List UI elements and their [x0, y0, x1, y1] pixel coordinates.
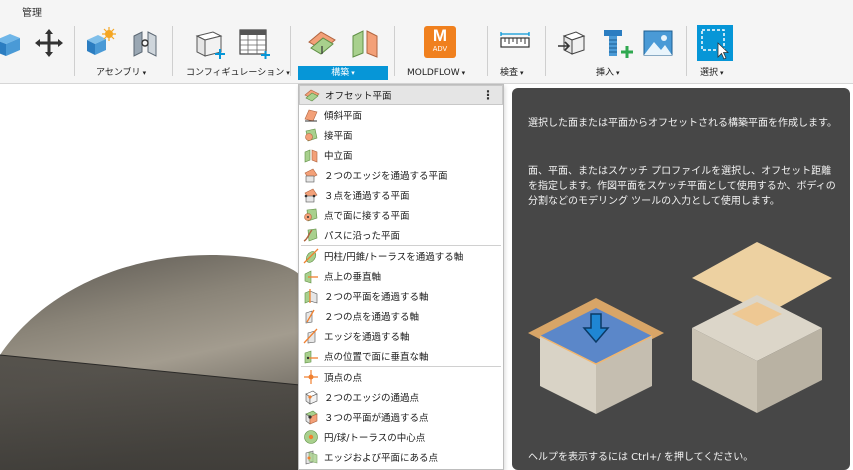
toolbar-separator [290, 26, 291, 76]
menu-item-midplane[interactable]: 中立面 [299, 145, 503, 165]
offset-plane-icon[interactable] [305, 26, 339, 60]
toolbar-separator [686, 26, 687, 76]
plane-along-path-icon [303, 228, 318, 242]
configuration-group-label[interactable]: コンフィギュレーション ▾ [186, 66, 290, 80]
menu-item-point-at-center[interactable]: 円/球/トーラスの中心点 [299, 427, 503, 447]
insert-group-label[interactable]: 挿入 ▾ [596, 66, 620, 80]
plane-through-three-points-icon [304, 188, 318, 203]
measure-icon[interactable] [498, 26, 532, 60]
ribbon-tab-strip: 管理 [0, 0, 853, 20]
menu-item-point-through-three-planes[interactable]: ３つの平面が通過する点 [299, 407, 503, 427]
axis-perpendicular-at-point-icon [304, 270, 318, 284]
tooltip-description: 面、平面、またはスケッチ プロファイルを選択し、オフセット距離を指定します。作図… [528, 166, 836, 207]
assembly-new-component-icon[interactable] [84, 26, 118, 60]
construct-dropdown-menu: オフセット平面 ⋮ 傾斜平面 接平面 中立面 ２つのエッジを通過する平面 ３点を… [298, 84, 504, 470]
axis-through-two-points-icon [305, 309, 315, 324]
configuration-table-icon[interactable] [237, 26, 271, 60]
plane-at-angle-icon [304, 109, 318, 122]
menu-item-axis-through-two-points[interactable]: ２つの点を通過する軸 [299, 306, 503, 326]
move-copy-icon[interactable] [32, 26, 66, 60]
assembly-group-label[interactable]: アセンブリ ▾ [96, 66, 146, 80]
menu-item-point-through-two-edges[interactable]: ２つのエッジの通過点 [299, 387, 503, 407]
midplane-icon[interactable] [349, 26, 383, 60]
select-group-label[interactable]: 選択 ▾ [700, 66, 724, 80]
more-options-icon[interactable]: ⋮ [482, 88, 494, 102]
menu-item-plane-through-two-edges[interactable]: ２つのエッジを通過する平面 [299, 165, 503, 185]
ribbon-toolbar: アセンブリ ▾ コンフィギュレーション ▾ 構築 ▾ M ADV MOLDFLOW ▾ [0, 20, 853, 84]
axis-through-edge-icon [303, 328, 318, 344]
toolbar-separator [172, 26, 173, 76]
tooltip-help-hint: ヘルプを表示するには Ctrl+/ を押してください。 [528, 452, 754, 463]
configure-model-icon[interactable] [193, 26, 227, 60]
point-at-center-icon [304, 430, 318, 444]
menu-item-plane-tangent-at-point[interactable]: 点で面に接する平面 [299, 205, 503, 225]
moldflow-adviser-icon[interactable]: M ADV [424, 26, 456, 58]
midplane-icon [304, 149, 318, 163]
tangent-plane-icon [305, 128, 318, 142]
moldflow-group-label[interactable]: MOLDFLOW ▾ [407, 66, 465, 80]
menu-item-point-at-vertex[interactable]: 頂点の点 [299, 367, 503, 387]
offset-plane-illustration [528, 242, 832, 414]
offset-plane-icon [304, 89, 320, 102]
axis-through-two-planes-icon [304, 289, 318, 304]
axis-perpendicular-to-face-icon [304, 350, 318, 364]
plane-through-two-edges-icon [304, 168, 318, 183]
joint-icon[interactable] [128, 26, 162, 60]
menu-item-point-at-edge-and-plane[interactable]: エッジおよび平面にある点 [299, 447, 503, 467]
point-at-vertex-icon [304, 370, 318, 384]
plane-tangent-at-point-icon [304, 208, 318, 222]
insert-canvas-icon[interactable] [641, 26, 675, 60]
insert-mcmaster-icon[interactable] [600, 26, 634, 60]
toolbar-separator [74, 26, 75, 76]
menu-item-axis-through-two-planes[interactable]: ２つの平面を通過する軸 [299, 286, 503, 306]
menu-item-plane-through-three-points[interactable]: ３点を通過する平面 [299, 185, 503, 205]
command-tooltip: 選択した面または平面からオフセットされる構築平面を作成します。 面、平面、または… [512, 88, 850, 470]
menu-item-offset-plane[interactable]: オフセット平面 ⋮ [299, 85, 503, 105]
tooltip-title: 選択した面または平面からオフセットされる構築平面を作成します。 [528, 118, 837, 129]
toolbar-separator [487, 26, 488, 76]
menu-item-tangent-plane[interactable]: 接平面 [299, 125, 503, 145]
menu-item-axis-perpendicular-to-face[interactable]: 点の位置で面に垂直な軸 [299, 346, 503, 366]
inspect-group-label[interactable]: 検査 ▾ [500, 66, 524, 80]
toolbar-separator [545, 26, 546, 76]
toolbar-separator [394, 26, 395, 76]
point-at-edge-and-plane-icon [305, 450, 318, 465]
insert-derive-icon[interactable] [556, 26, 590, 60]
tab-manage[interactable]: 管理 [22, 4, 42, 19]
menu-item-axis-perpendicular-at-point[interactable]: 点上の垂直軸 [299, 266, 503, 286]
menu-item-plane-at-angle[interactable]: 傾斜平面 [299, 105, 503, 125]
menu-item-plane-along-path[interactable]: パスに沿った平面 [299, 225, 503, 245]
axis-through-cylinder-icon [303, 248, 319, 264]
menu-item-axis-through-edge[interactable]: エッジを通過する軸 [299, 326, 503, 346]
select-icon[interactable] [696, 24, 734, 62]
point-through-two-edges-icon [305, 390, 318, 405]
new-component-icon[interactable] [0, 26, 28, 60]
construct-group-label[interactable]: 構築 ▾ [298, 66, 388, 80]
point-through-three-planes-icon [305, 410, 318, 425]
menu-item-axis-through-cylinder[interactable]: 円柱/円錐/トーラスを通過する軸 [299, 246, 503, 266]
